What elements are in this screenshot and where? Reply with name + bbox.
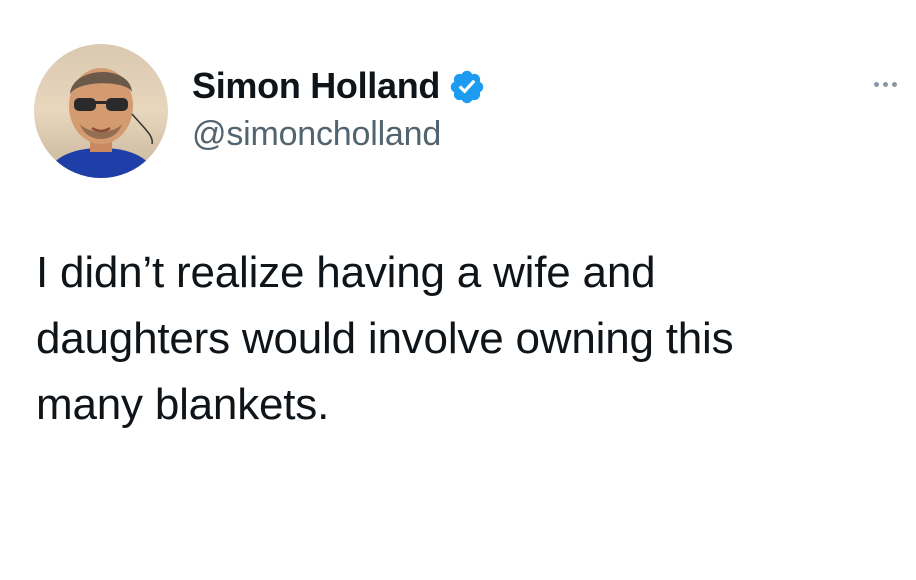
more-horizontal-icon-dot: [882, 81, 888, 87]
more-horizontal-icon-dot: [891, 81, 897, 87]
tweet-text: I didn’t realize having a wife and daugh…: [36, 248, 734, 429]
author-handle[interactable]: @simoncholland: [192, 113, 441, 155]
more-options-button[interactable]: [862, 72, 908, 96]
display-name[interactable]: Simon Holland: [192, 64, 440, 108]
profile-photo-icon: [34, 44, 168, 178]
author-name-row: Simon Holland: [192, 64, 486, 108]
more-horizontal-icon: [873, 81, 879, 87]
verified-badge-icon: [448, 68, 486, 106]
tweet-card: Simon Holland @simoncholland I didn’t re…: [0, 0, 916, 580]
avatar[interactable]: [34, 44, 168, 178]
